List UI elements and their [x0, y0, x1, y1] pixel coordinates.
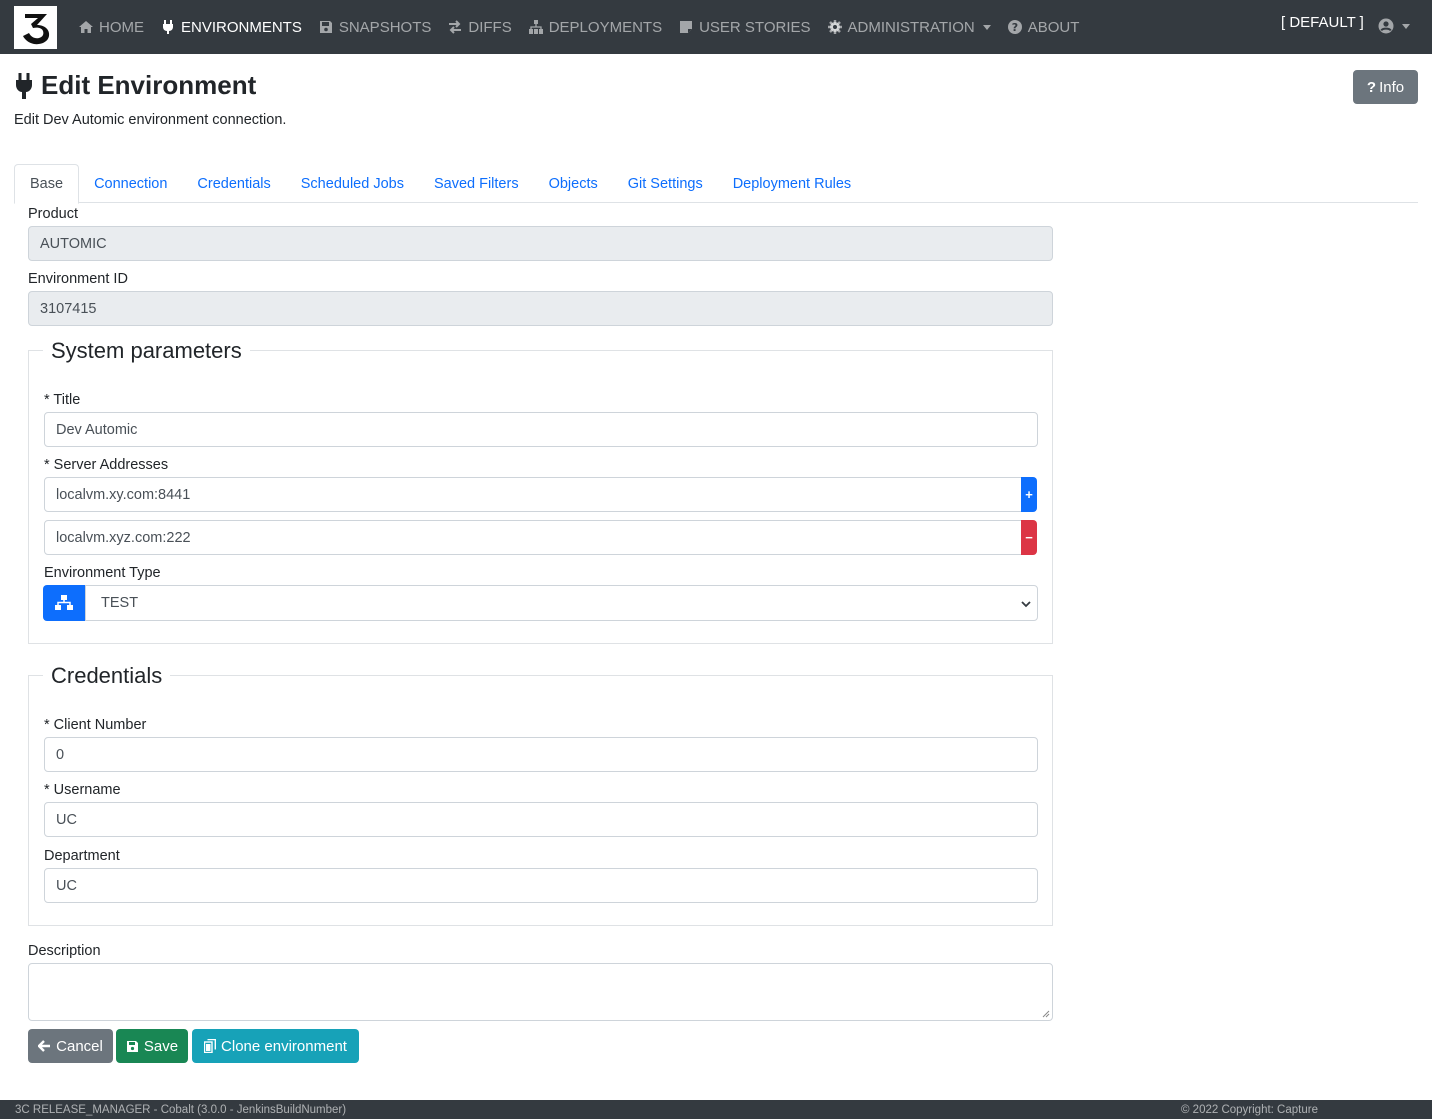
footer-version: 3C RELEASE_MANAGER - Cobalt (3.0.0 - Jen…: [15, 1103, 347, 1116]
nav-environments[interactable]: ENVIRONMENTS: [160, 19, 302, 36]
product-label: Product: [28, 206, 78, 222]
nav-diffs[interactable]: DIFFS: [447, 18, 512, 36]
tab-credentials[interactable]: Credentials: [182, 164, 285, 203]
question-circle-icon: ?: [1007, 20, 1022, 34]
product-field: AUTOMIC: [28, 226, 1053, 261]
copy-icon: [204, 1039, 217, 1053]
nav-snapshots-label: SNAPSHOTS: [338, 18, 432, 36]
nav-deployments[interactable]: DEPLOYMENTS: [528, 19, 662, 36]
logo-icon: [22, 13, 49, 44]
cancel-button-label: Cancel: [56, 1037, 103, 1055]
profile-indicator: [ DEFAULT ]: [1281, 14, 1364, 31]
info-button[interactable]: ? Info: [1353, 70, 1418, 104]
footer: 3C RELEASE_MANAGER - Cobalt (3.0.0 - Jen…: [0, 1100, 1432, 1119]
tab-connection[interactable]: Connection: [79, 164, 182, 203]
question-icon: ?: [1366, 78, 1377, 96]
gear-icon: [827, 20, 842, 34]
resize-grip-icon[interactable]: [1042, 1010, 1050, 1018]
nav-diffs-label: DIFFS: [468, 18, 512, 36]
minus-icon: −: [1025, 530, 1033, 545]
environment-id-label: Environment ID: [28, 271, 128, 287]
username-label: * Username: [44, 782, 121, 798]
nav-environments-label: ENVIRONMENTS: [181, 18, 302, 36]
tab-base[interactable]: Base: [14, 164, 80, 204]
user-menu-button[interactable]: [1378, 18, 1410, 34]
environment-type-label: Environment Type: [44, 565, 161, 581]
server-address-input[interactable]: localvm.xy.com:8441: [44, 477, 1022, 512]
title-label: * Title: [44, 392, 81, 408]
department-label: Department: [44, 848, 120, 864]
nav-home-label: HOME: [99, 18, 144, 36]
page-title-text: Edit Environment: [41, 70, 257, 100]
tab-deployment-rules[interactable]: Deployment Rules: [718, 164, 866, 203]
tab-git-settings[interactable]: Git Settings: [613, 164, 718, 203]
tab-bar: Base Connection Credentials Scheduled Jo…: [14, 164, 1418, 204]
sitemap-icon: [528, 20, 543, 34]
arrow-left-icon: [38, 1040, 51, 1052]
department-input[interactable]: UC: [44, 868, 1038, 903]
environment-id-field: 3107415: [28, 291, 1053, 326]
remove-server-button[interactable]: −: [1021, 520, 1037, 555]
client-number-label: * Client Number: [44, 717, 147, 733]
save-icon: [126, 1040, 138, 1052]
client-number-input[interactable]: 0: [44, 737, 1038, 772]
tab-saved-filters[interactable]: Saved Filters: [419, 164, 534, 203]
save-icon: [319, 21, 332, 33]
username-input[interactable]: UC: [44, 802, 1038, 837]
nav-administration[interactable]: ADMINISTRATION: [827, 19, 991, 36]
chevron-down-icon: [1021, 601, 1031, 608]
environment-type-select[interactable]: TEST: [85, 585, 1038, 621]
top-navbar: HOME ENVIRONMENTS SNAPSHOTS DIFFS DEPLOY…: [0, 0, 1432, 54]
chevron-down-icon: [1402, 23, 1410, 29]
user-circle-icon: [1378, 18, 1394, 34]
home-icon: [79, 21, 93, 33]
nav-deployments-label: DEPLOYMENTS: [548, 18, 663, 36]
save-button-label: Save: [143, 1037, 179, 1055]
diff-icon: [449, 20, 462, 34]
environment-type-value: TEST: [101, 595, 139, 611]
page-title: Edit Environment: [14, 70, 256, 101]
save-button[interactable]: Save: [116, 1029, 188, 1063]
title-input[interactable]: Dev Automic: [44, 412, 1038, 447]
credentials-legend: Credentials: [43, 663, 171, 689]
description-textarea[interactable]: [28, 963, 1053, 1021]
add-server-button[interactable]: +: [1021, 477, 1037, 512]
tab-objects[interactable]: Objects: [534, 164, 613, 203]
plug-icon: [16, 72, 32, 99]
nav-user-stories-label: USER STORIES: [699, 18, 811, 36]
server-address-input[interactable]: localvm.xyz.com:222: [44, 520, 1022, 555]
nav-about-label: ABOUT: [1027, 18, 1080, 36]
system-parameters-legend: System parameters: [43, 338, 250, 364]
tab-scheduled-jobs[interactable]: Scheduled Jobs: [286, 164, 419, 203]
chevron-down-icon: [982, 24, 991, 30]
nav-home[interactable]: HOME: [78, 19, 144, 36]
page-subtitle: Edit Dev Automic environment connection.: [14, 112, 287, 128]
brand-logo[interactable]: [14, 6, 57, 49]
network-icon: [55, 595, 73, 610]
plus-icon: +: [1025, 487, 1033, 502]
sticky-note-icon: [680, 21, 693, 33]
info-button-label: Info: [1379, 78, 1405, 96]
clone-environment-button-label: Clone environment: [221, 1037, 347, 1055]
nav-user-stories[interactable]: USER STORIES: [678, 18, 811, 36]
cancel-button[interactable]: Cancel: [28, 1029, 113, 1063]
footer-copyright: © 2022 Copyright: Capture: [1181, 1103, 1318, 1116]
nav-about[interactable]: ? ABOUT: [1007, 18, 1080, 36]
nav-snapshots[interactable]: SNAPSHOTS: [318, 18, 432, 36]
environment-type-addon: [43, 585, 85, 621]
clone-environment-button[interactable]: Clone environment: [192, 1029, 359, 1063]
plug-icon: [163, 20, 173, 34]
description-label: Description: [28, 943, 101, 959]
svg-text:?: ?: [1012, 21, 1018, 34]
server-addresses-label: * Server Addresses: [44, 457, 169, 473]
nav-administration-label: ADMINISTRATION: [847, 18, 975, 36]
